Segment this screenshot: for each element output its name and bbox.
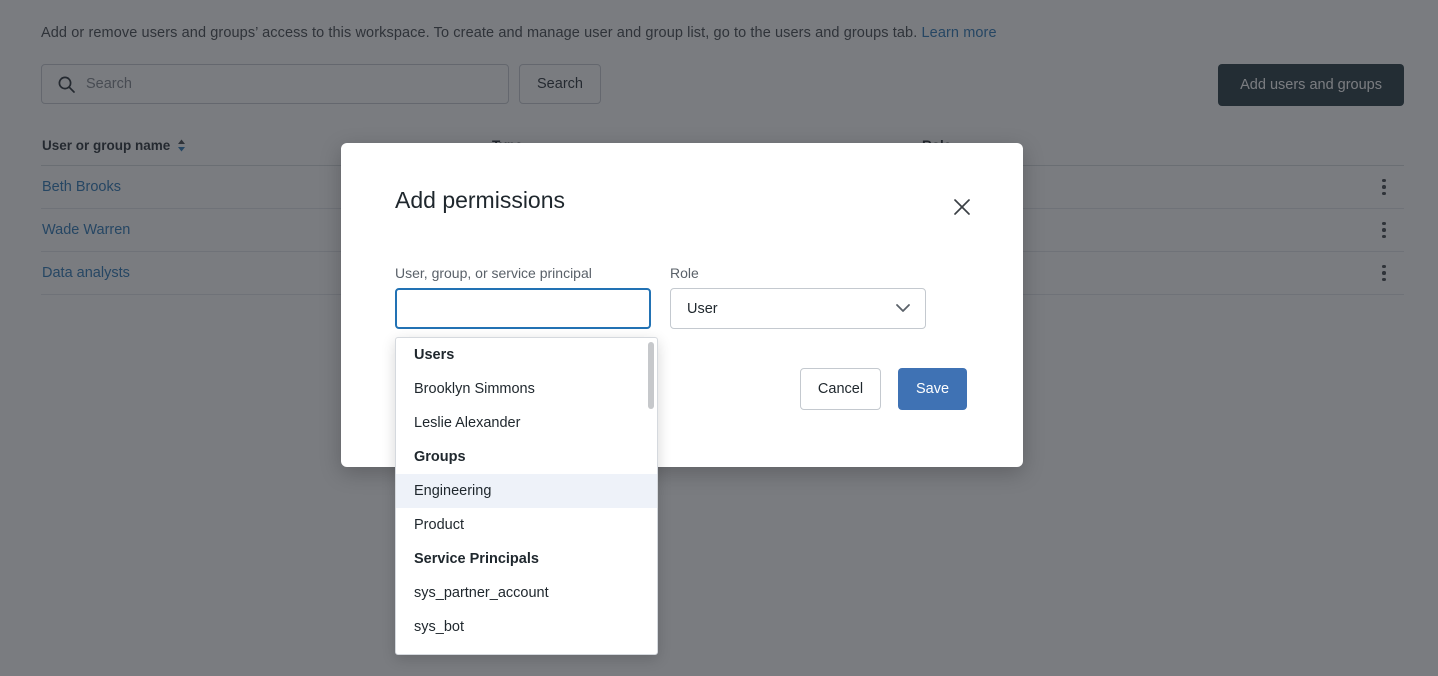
principal-input[interactable]: [395, 288, 651, 329]
save-button[interactable]: Save: [898, 368, 967, 410]
principal-dropdown[interactable]: Users Brooklyn Simmons Leslie Alexander …: [395, 337, 658, 655]
dropdown-group-header: Service Principals: [396, 542, 657, 576]
cancel-button[interactable]: Cancel: [800, 368, 881, 410]
dropdown-group-header: Groups: [396, 440, 657, 474]
modal-actions: Cancel Save: [800, 368, 967, 410]
dropdown-option[interactable]: sys_bot: [396, 610, 657, 644]
principal-field-label: User, group, or service principal: [395, 265, 592, 281]
dropdown-scrollbar-thumb[interactable]: [648, 342, 654, 409]
dropdown-option[interactable]: Leslie Alexander: [396, 406, 657, 440]
chevron-down-icon: [895, 301, 911, 317]
modal-title: Add permissions: [395, 187, 565, 214]
role-field-label: Role: [670, 265, 699, 281]
dropdown-group-header: Users: [396, 338, 657, 372]
role-select-value: User: [687, 301, 718, 317]
principal-dropdown-list: Users Brooklyn Simmons Leslie Alexander …: [396, 338, 657, 654]
role-select[interactable]: User: [670, 288, 926, 329]
dropdown-option[interactable]: Brooklyn Simmons: [396, 372, 657, 406]
close-icon[interactable]: [951, 196, 973, 218]
dropdown-option-highlighted[interactable]: Engineering: [396, 474, 657, 508]
dropdown-option[interactable]: sys_partner_account: [396, 576, 657, 610]
dropdown-scrollbar[interactable]: [648, 342, 654, 650]
dropdown-option[interactable]: Product: [396, 508, 657, 542]
